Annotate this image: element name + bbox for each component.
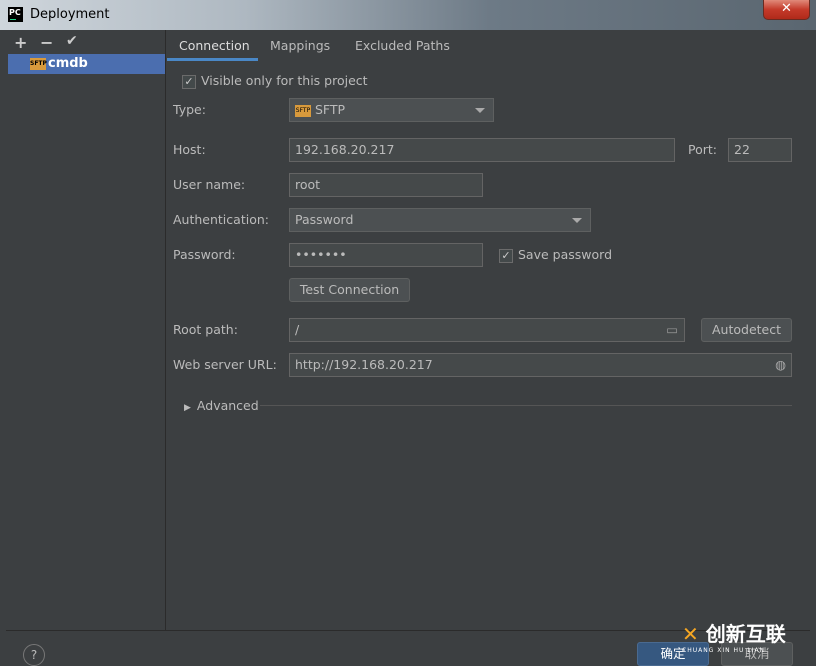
port-label: Port:	[688, 142, 717, 157]
pycharm-icon: PC	[8, 7, 23, 22]
folder-icon[interactable]: ▭	[666, 319, 678, 341]
web-url-input[interactable]: http://192.168.20.217 ◍	[289, 353, 792, 377]
chevron-down-icon	[572, 218, 582, 223]
globe-icon[interactable]: ◍	[775, 354, 786, 376]
sftp-icon: SFTP	[295, 104, 311, 117]
add-icon[interactable]: +	[14, 33, 27, 52]
password-label: Password:	[173, 247, 236, 262]
divider	[260, 405, 792, 406]
type-select[interactable]: SFTP SFTP	[289, 98, 494, 122]
root-path-label: Root path:	[173, 322, 238, 337]
advanced-toggle[interactable]: ▶ Advanced	[184, 398, 259, 413]
autodetect-button[interactable]: Autodetect	[701, 318, 792, 342]
web-url-label: Web server URL:	[173, 357, 277, 372]
server-item-cmdb[interactable]: SFTP cmdb	[8, 54, 165, 74]
server-list-panel: + − ✔ SFTP cmdb	[6, 30, 166, 630]
save-password-checkbox[interactable]: ✓ Save password	[499, 247, 612, 263]
host-input[interactable]: 192.168.20.217	[289, 138, 675, 162]
host-label: Host:	[173, 142, 206, 157]
port-input[interactable]: 22	[728, 138, 792, 162]
visible-only-checkbox[interactable]: ✓ Visible only for this project	[182, 73, 368, 89]
sftp-icon: SFTP	[30, 58, 47, 70]
checkbox-icon: ✓	[499, 248, 513, 263]
username-label: User name:	[173, 177, 246, 192]
checkbox-icon: ✓	[182, 74, 196, 89]
auth-label: Authentication:	[173, 212, 269, 227]
tab-excluded-paths[interactable]: Excluded Paths	[355, 38, 450, 53]
tab-mappings[interactable]: Mappings	[270, 38, 330, 53]
password-input[interactable]: •••••••	[289, 243, 483, 267]
auth-select[interactable]: Password	[289, 208, 591, 232]
root-path-input[interactable]: / ▭	[289, 318, 685, 342]
check-icon[interactable]: ✔	[66, 33, 78, 49]
tab-connection[interactable]: Connection	[179, 38, 250, 53]
tab-bar: Connection Mappings Excluded Paths	[167, 30, 810, 62]
help-button[interactable]: ?	[23, 644, 45, 666]
test-connection-button[interactable]: Test Connection	[289, 278, 410, 302]
window-title: Deployment	[30, 7, 110, 22]
watermark-logo: ✕ 创新互联 CHUANG XIN HU LIAN	[682, 622, 786, 654]
chevron-right-icon: ▶	[184, 403, 191, 413]
username-input[interactable]: root	[289, 173, 483, 197]
chevron-down-icon	[475, 108, 485, 113]
server-name: cmdb	[48, 56, 88, 71]
active-tab-indicator	[167, 58, 258, 61]
close-button[interactable]: ✕	[763, 0, 810, 20]
type-label: Type:	[173, 102, 206, 117]
title-bar: PC Deployment ✕	[0, 0, 816, 30]
remove-icon[interactable]: −	[40, 33, 53, 52]
dialog: + − ✔ SFTP cmdb Connection Mappings Excl…	[6, 30, 810, 661]
